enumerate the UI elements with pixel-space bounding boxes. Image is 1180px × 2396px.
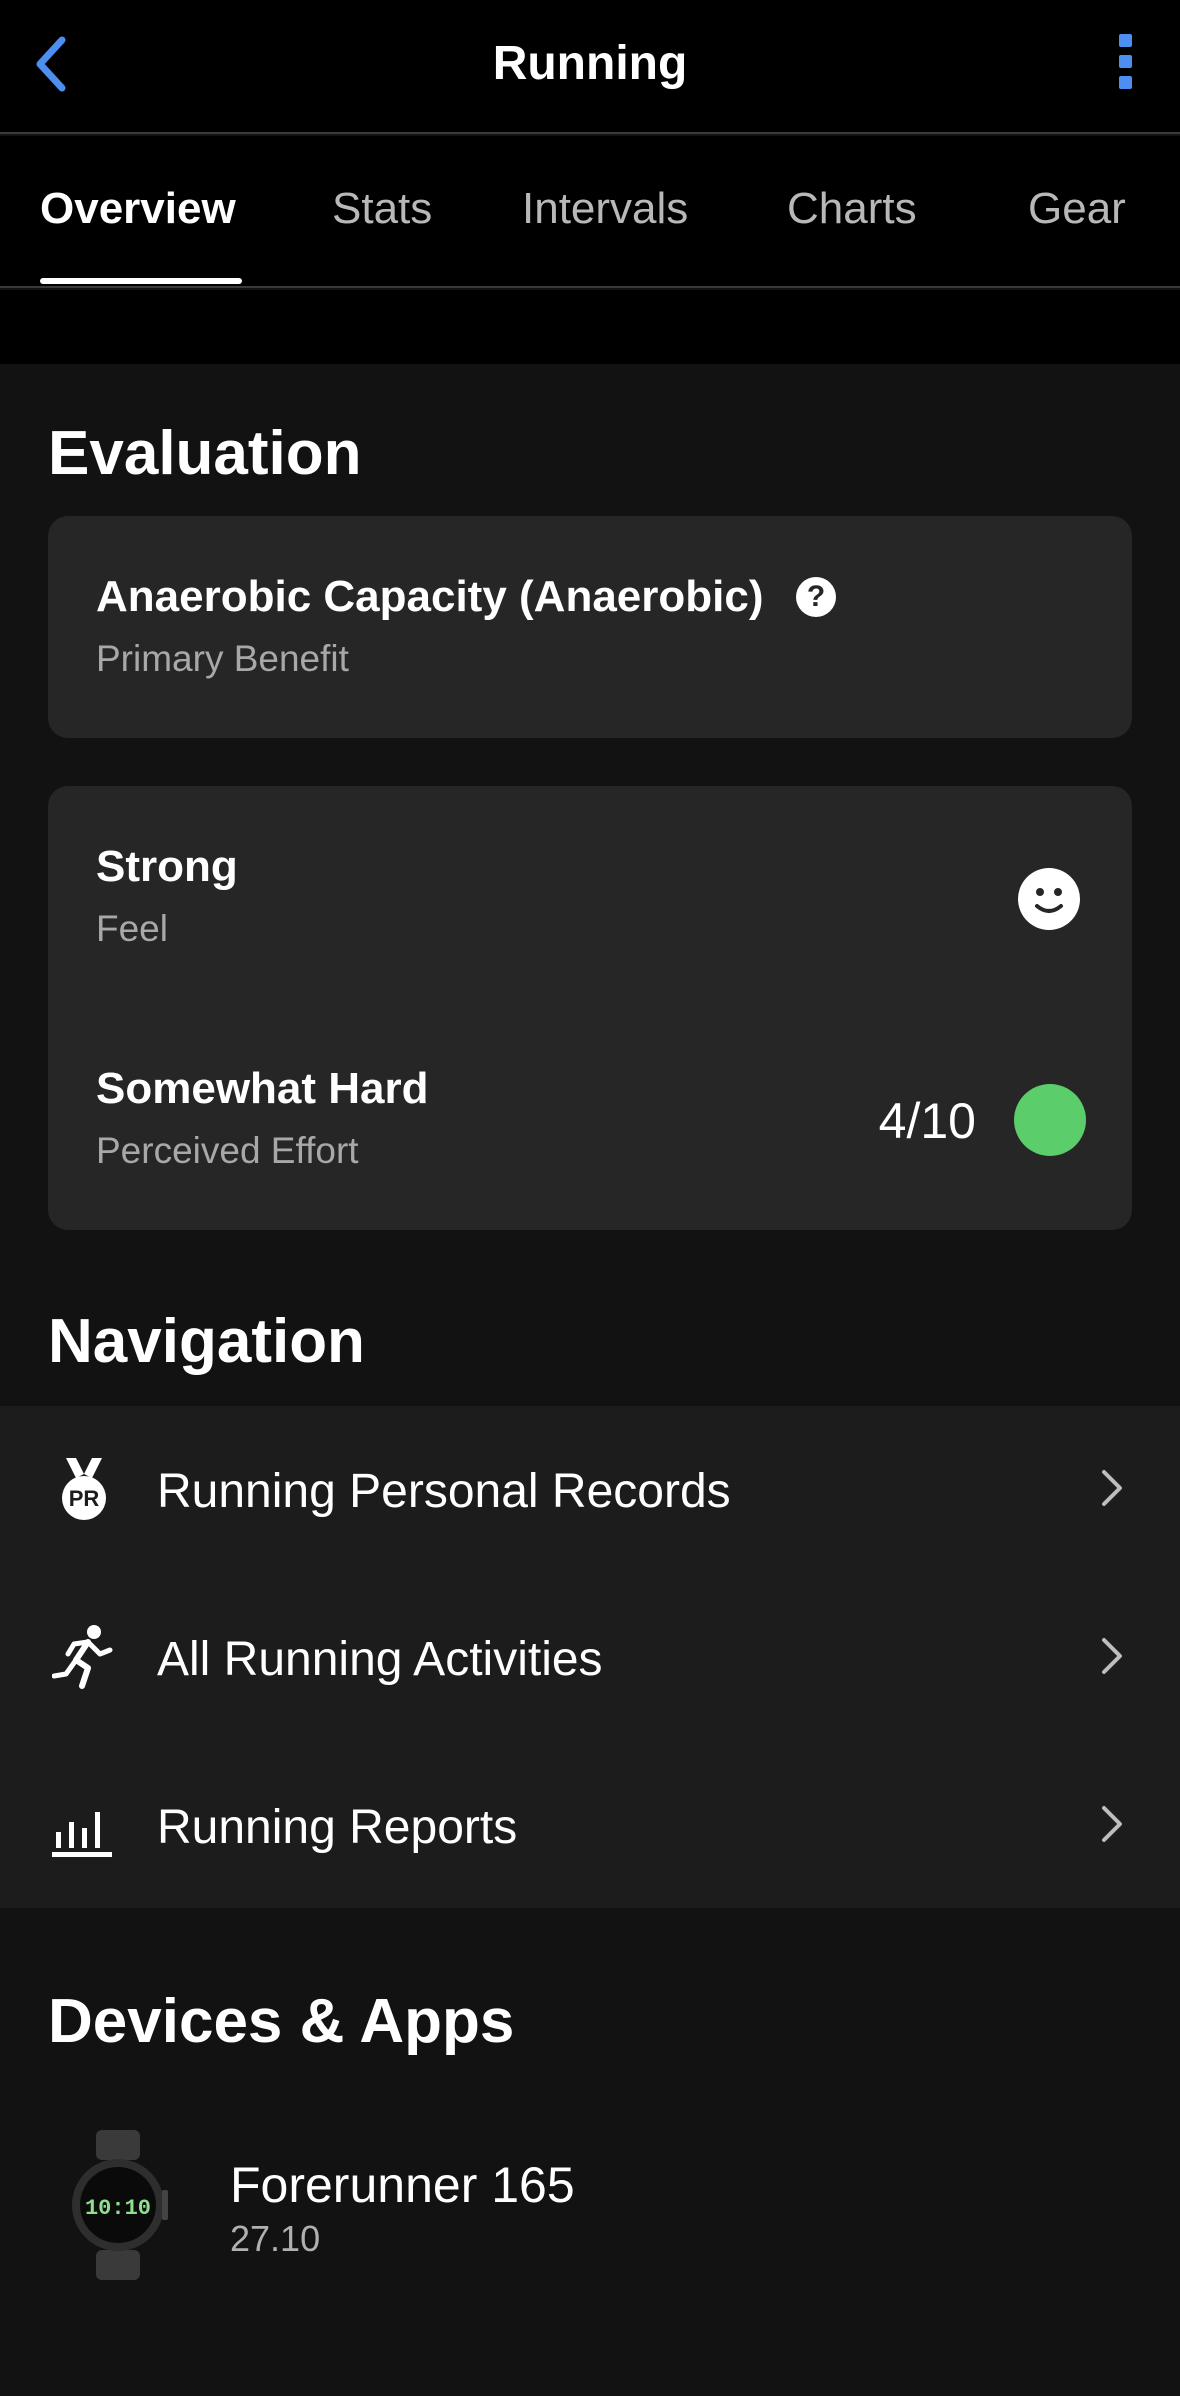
chevron-right-icon [1102, 1638, 1122, 1674]
device-version: 27.10 [230, 2218, 321, 2259]
chevron-right-icon [1102, 1806, 1122, 1842]
tab-charts[interactable]: Charts [787, 184, 917, 234]
tab-bar: Overview Stats Intervals Charts Gear [0, 136, 1180, 288]
evaluation-section-title: Evaluation [48, 419, 362, 488]
more-vertical-icon [1110, 34, 1140, 89]
nav-item-all-activities[interactable]: All Running Activities [0, 1574, 1180, 1742]
watch-icon: 10:10 [72, 2130, 168, 2280]
nav-item-label: Running Reports [157, 1801, 518, 1854]
device-item-forerunner[interactable]: 10:10 Forerunner 165 27.10 [48, 2120, 1132, 2290]
primary-benefit-card: Anaerobic Capacity (Anaerobic) ? Primary… [48, 516, 1132, 738]
perceived-effort-value: Somewhat Hard [96, 1064, 429, 1113]
bar-chart-icon [52, 1812, 112, 1857]
chevron-right-icon [1102, 1470, 1122, 1506]
nav-item-label: Running Personal Records [157, 1465, 731, 1518]
navigation-section-title: Navigation [48, 1307, 365, 1376]
feel-effort-card: Strong Feel Somewhat Hard Perceived Effo… [48, 786, 1132, 1230]
device-name: Forerunner 165 [230, 2157, 575, 2213]
perceived-effort-label: Perceived Effort [96, 1130, 359, 1171]
devices-section-title: Devices & Apps [48, 1987, 515, 2056]
tab-intervals[interactable]: Intervals [522, 184, 688, 234]
navigation-list: PR Running Personal Records All Running … [0, 1406, 1180, 1908]
svg-text:10:10: 10:10 [85, 2196, 151, 2221]
page-title: Running [492, 37, 688, 90]
feel-label: Feel [96, 908, 168, 949]
tab-overview[interactable]: Overview [40, 184, 236, 234]
more-options-button[interactable] [1110, 34, 1140, 104]
svg-text:PR: PR [69, 1486, 100, 1511]
nav-item-label: All Running Activities [157, 1633, 603, 1686]
tab-gear[interactable]: Gear [1028, 184, 1126, 234]
nav-item-running-reports[interactable]: Running Reports [0, 1742, 1180, 1910]
feel-value: Strong [96, 842, 238, 891]
help-circle-icon[interactable]: ? [796, 577, 836, 617]
header-spacer [0, 290, 1180, 364]
primary-benefit-value: Anaerobic Capacity (Anaerobic) [96, 572, 764, 621]
active-tab-indicator [40, 278, 242, 284]
effort-indicator-dot [1014, 1084, 1086, 1156]
nav-item-personal-records[interactable]: PR Running Personal Records [0, 1406, 1180, 1574]
tab-stats[interactable]: Stats [332, 184, 432, 234]
top-bar: Running [0, 0, 1180, 134]
smiley-face-icon [1018, 868, 1080, 930]
runner-icon [52, 1625, 113, 1689]
pr-medal-icon: PR [62, 1458, 106, 1520]
perceived-effort-score: 4/10 [878, 1093, 976, 1149]
primary-benefit-label: Primary Benefit [96, 638, 349, 679]
